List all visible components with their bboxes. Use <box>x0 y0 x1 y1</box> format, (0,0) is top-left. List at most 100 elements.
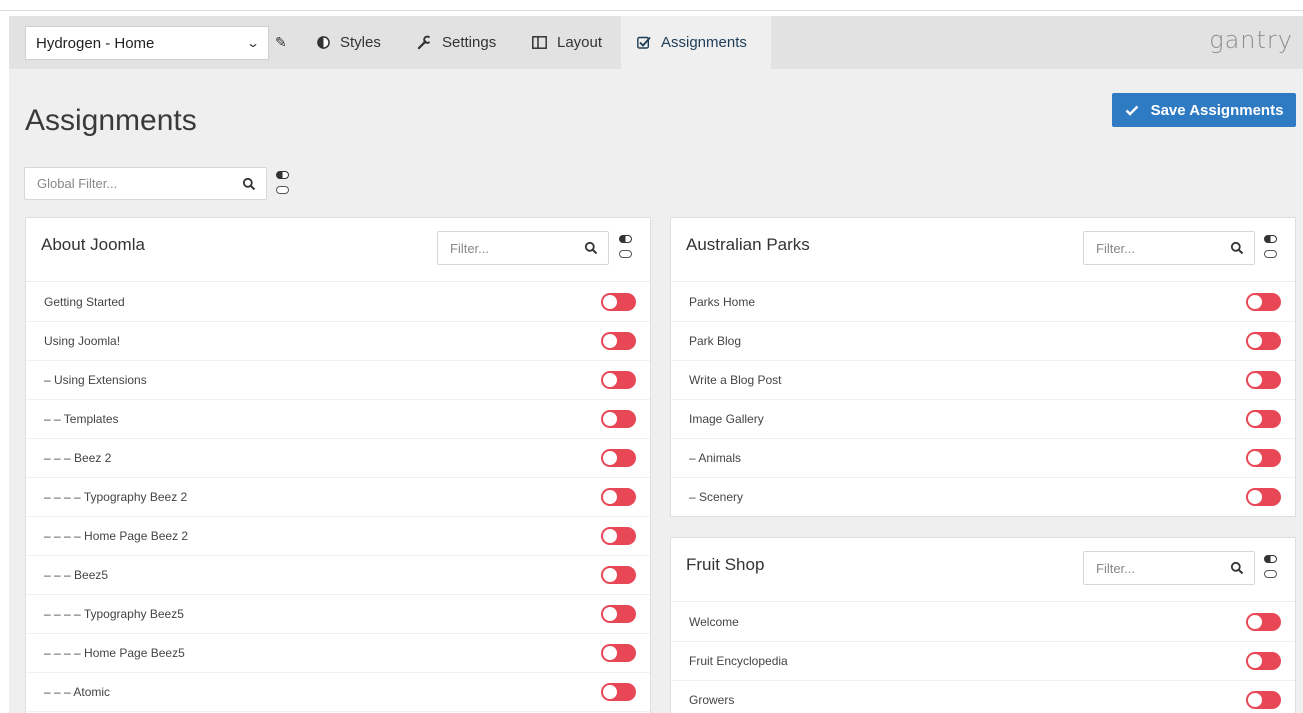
tab-label: Assignments <box>661 34 747 51</box>
panel-title: About Joomla <box>41 235 145 254</box>
layout-columns-icon <box>532 36 547 49</box>
assignment-toggle[interactable] <box>1246 690 1281 709</box>
toggle-all-on-icon[interactable] <box>1264 555 1277 563</box>
global-filter-input[interactable] <box>25 168 266 199</box>
list-item: Image Gallery <box>671 399 1295 439</box>
assignment-toggle[interactable] <box>601 409 636 428</box>
assignment-toggle[interactable] <box>601 643 636 662</box>
top-toolbar: Hydrogen - Home ⌄ ✎ Styles Settings Layo… <box>9 16 1303 69</box>
list-item: – – – – Typography Beez 2 <box>26 477 650 517</box>
list-item: – – – – Typography Beez5 <box>26 594 650 634</box>
tab-styles[interactable]: Styles <box>317 16 381 69</box>
item-label: Using Joomla! <box>44 333 121 348</box>
assignment-toggle[interactable] <box>601 331 636 350</box>
list-item: – Scenery <box>671 477 1295 516</box>
gantry-admin: Hydrogen - Home ⌄ ✎ Styles Settings Layo… <box>9 16 1303 713</box>
item-label: Growers <box>689 692 735 707</box>
checkbox-icon <box>637 36 651 49</box>
wrench-icon <box>417 35 432 50</box>
toggle-all-on-icon[interactable] <box>619 235 632 243</box>
global-filter <box>24 167 267 200</box>
search-icon <box>1230 241 1244 255</box>
tab-label: Settings <box>442 34 497 51</box>
panel-filter <box>1083 551 1255 585</box>
assignment-toggle[interactable] <box>1246 651 1281 670</box>
item-label: Welcome <box>689 614 739 629</box>
panel-toggle-all-control[interactable] <box>1263 551 1279 581</box>
panel-header: Australian Parks <box>671 218 1295 282</box>
assignment-toggle[interactable] <box>601 526 636 545</box>
item-label: – – – – Home Page Beez 2 <box>44 528 189 543</box>
toggle-all-off-icon[interactable] <box>619 250 632 258</box>
item-label: – – – Beez 2 <box>44 450 112 465</box>
list-item: Using Joomla! <box>26 321 650 361</box>
outline-select[interactable]: Hydrogen - Home ⌄ <box>25 26 269 60</box>
toggle-all-on-icon[interactable] <box>1264 235 1277 243</box>
list-item: Fruit Encyclopedia <box>671 641 1295 681</box>
list-item: – – Templates <box>26 399 650 439</box>
assignment-toggle[interactable] <box>1246 612 1281 631</box>
assignment-toggle[interactable] <box>601 370 636 389</box>
list-item: – – – – Home Page Beez 2 <box>26 516 650 556</box>
toggle-all-off-icon[interactable] <box>276 186 289 194</box>
list-item: Write a Blog Post <box>671 360 1295 400</box>
item-label: – Scenery <box>689 489 744 504</box>
list-item: Parks Home <box>671 282 1295 322</box>
tab-layout[interactable]: Layout <box>532 16 602 69</box>
panel-filter-input[interactable] <box>438 232 608 264</box>
toggle-all-on-icon[interactable] <box>276 171 289 179</box>
tab-label: Layout <box>557 34 603 51</box>
search-icon <box>1230 561 1244 575</box>
item-label: Image Gallery <box>689 411 764 426</box>
toggle-all-off-icon[interactable] <box>1264 250 1277 258</box>
panel-filter <box>1083 231 1255 265</box>
tab-assignments[interactable]: Assignments <box>621 16 771 69</box>
save-assignments-label: Save Assignments <box>1150 101 1284 119</box>
save-assignments-button[interactable]: Save Assignments <box>1112 93 1296 127</box>
panel-toggle-all-control[interactable] <box>1263 231 1279 261</box>
assignment-toggle[interactable] <box>1246 370 1281 389</box>
item-label: Getting Started <box>44 294 125 309</box>
panel-filter-input[interactable] <box>1084 232 1254 264</box>
item-label: – – Templates <box>44 411 119 426</box>
panel-title: Australian Parks <box>686 235 810 254</box>
assignment-toggle[interactable] <box>601 487 636 506</box>
item-label: Parks Home <box>689 294 756 309</box>
item-label: – – – Beez5 <box>44 567 109 582</box>
item-label: – Using Extensions <box>44 372 147 387</box>
list-item: Welcome <box>671 602 1295 642</box>
pencil-icon[interactable]: ✎ <box>275 34 287 51</box>
list-item: Park Blog <box>671 321 1295 361</box>
tab-settings[interactable]: Settings <box>417 16 496 69</box>
chevron-down-icon: ⌄ <box>245 36 261 50</box>
panel-toggle-all-control[interactable] <box>618 231 634 261</box>
list-item: – Animals <box>671 438 1295 478</box>
assignment-toggle[interactable] <box>1246 331 1281 350</box>
assignment-toggle[interactable] <box>1246 409 1281 428</box>
item-label: – – – – Home Page Beez5 <box>44 645 185 660</box>
assignment-toggle[interactable] <box>601 682 636 701</box>
panel-header: Fruit Shop <box>671 538 1295 602</box>
panel-about-joomla: About Joomla Getting Started Using Jooml… <box>25 217 651 713</box>
outline-select-value: Hydrogen - Home <box>36 34 155 52</box>
assignment-toggle[interactable] <box>601 565 636 584</box>
item-label: – Animals <box>689 450 742 465</box>
checkmark-icon <box>1125 105 1138 116</box>
toggle-all-control[interactable] <box>275 167 291 197</box>
assignment-toggle[interactable] <box>601 292 636 311</box>
assignment-toggle[interactable] <box>1246 487 1281 506</box>
toggle-all-off-icon[interactable] <box>1264 570 1277 578</box>
list-item: – – – Atomic <box>26 672 650 712</box>
assignment-toggle[interactable] <box>601 604 636 623</box>
page-title: Assignments <box>25 104 197 137</box>
assignment-toggle[interactable] <box>1246 292 1281 311</box>
top-divider <box>0 10 1303 11</box>
assignment-toggle[interactable] <box>1246 448 1281 467</box>
panel-header: About Joomla <box>26 218 650 282</box>
panel-filter-input[interactable] <box>1084 552 1254 584</box>
item-label: Fruit Encyclopedia <box>689 653 788 668</box>
assignment-toggle[interactable] <box>601 448 636 467</box>
item-label: Write a Blog Post <box>689 372 782 387</box>
item-label: Park Blog <box>689 333 742 348</box>
list-item: – – – Beez 2 <box>26 438 650 478</box>
